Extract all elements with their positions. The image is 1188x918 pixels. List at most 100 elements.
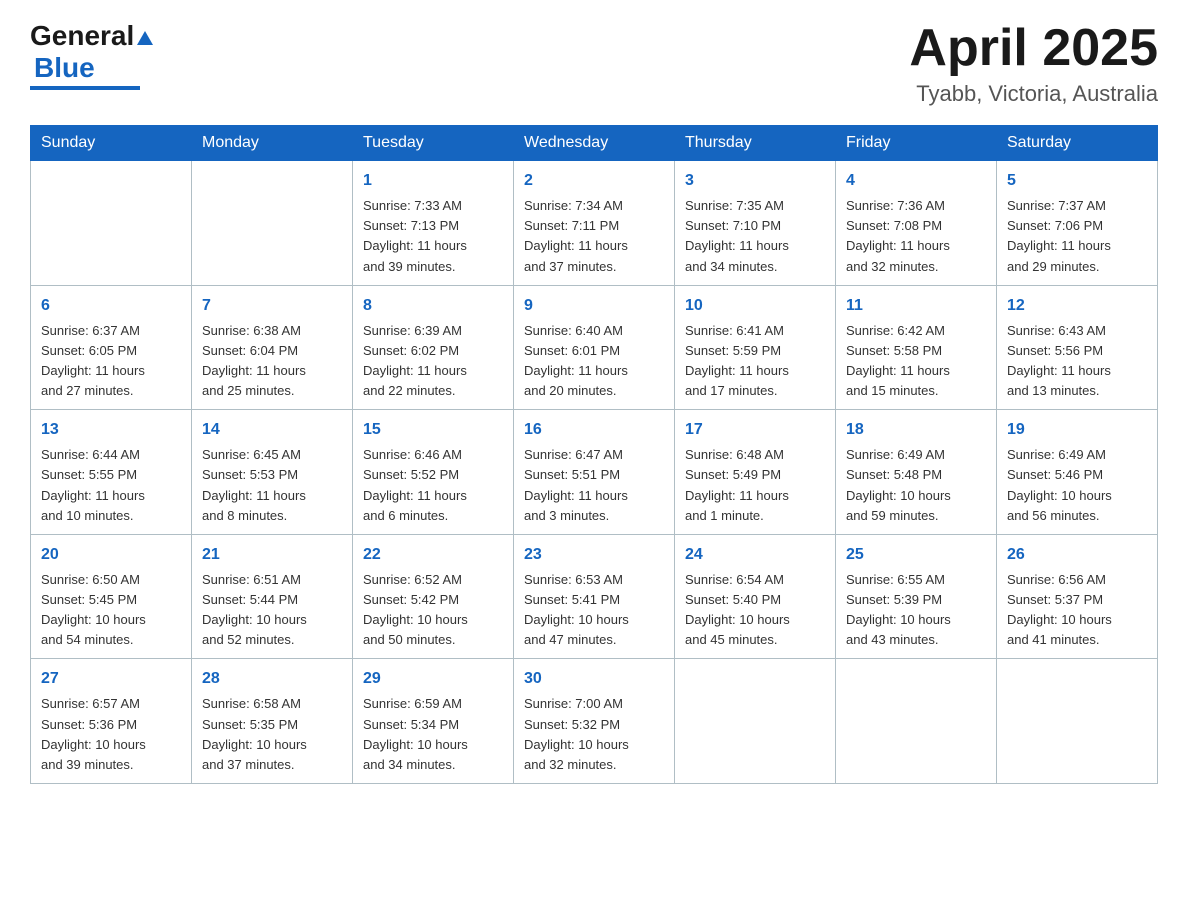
calendar-cell: 7 Sunrise: 6:38 AM Sunset: 6:04 PM Daylig…	[192, 285, 353, 410]
day-info: Sunrise: 6:59 AM Sunset: 5:34 PM Dayligh…	[363, 694, 503, 775]
day-info: Sunrise: 6:42 AM Sunset: 5:58 PM Dayligh…	[846, 321, 986, 402]
day-info: Sunrise: 6:47 AM Sunset: 5:51 PM Dayligh…	[524, 445, 664, 526]
calendar-cell: 30 Sunrise: 7:00 AM Sunset: 5:32 PM Dayli…	[514, 659, 675, 784]
day-number: 21	[202, 543, 342, 567]
day-number: 25	[846, 543, 986, 567]
calendar-cell: 6Sunrise: 6:37 AM Sunset: 6:05 PM Daylig…	[31, 285, 192, 410]
calendar-week-row: 27Sunrise: 6:57 AM Sunset: 5:36 PM Dayli…	[31, 659, 1158, 784]
day-info: Sunrise: 6:43 AM Sunset: 5:56 PM Dayligh…	[1007, 321, 1147, 402]
day-number: 28	[202, 667, 342, 691]
day-number: 18	[846, 418, 986, 442]
day-number: 7	[202, 294, 342, 318]
title-block: April 2025 Tyabb, Victoria, Australia	[909, 20, 1158, 107]
day-number: 8	[363, 294, 503, 318]
day-number: 15	[363, 418, 503, 442]
calendar-cell: 5Sunrise: 7:37 AM Sunset: 7:06 PM Daylig…	[997, 161, 1158, 286]
calendar-cell	[192, 161, 353, 286]
day-number: 4	[846, 169, 986, 193]
day-number: 1	[363, 169, 503, 193]
day-info: Sunrise: 6:49 AM Sunset: 5:48 PM Dayligh…	[846, 445, 986, 526]
logo-blue-text: Blue	[34, 52, 95, 83]
day-number: 17	[685, 418, 825, 442]
day-number: 9	[524, 294, 664, 318]
day-number: 10	[685, 294, 825, 318]
calendar-location: Tyabb, Victoria, Australia	[909, 81, 1158, 107]
day-info: Sunrise: 6:48 AM Sunset: 5:49 PM Dayligh…	[685, 445, 825, 526]
calendar-cell: 20 Sunrise: 6:50 AM Sunset: 5:45 PM Dayli…	[31, 534, 192, 659]
day-number: 29	[363, 667, 503, 691]
day-number: 3	[685, 169, 825, 193]
calendar-cell: 1 Sunrise: 7:33 AM Sunset: 7:13 PM Daylig…	[353, 161, 514, 286]
weekday-header-tuesday: Tuesday	[353, 126, 514, 161]
calendar-cell: 26Sunrise: 6:56 AM Sunset: 5:37 PM Dayli…	[997, 534, 1158, 659]
calendar-cell: 17 Sunrise: 6:48 AM Sunset: 5:49 PM Dayli…	[675, 410, 836, 535]
calendar-cell: 2Sunrise: 7:34 AM Sunset: 7:11 PM Daylig…	[514, 161, 675, 286]
weekday-header-saturday: Saturday	[997, 126, 1158, 161]
day-number: 12	[1007, 294, 1147, 318]
day-info: Sunrise: 7:00 AM Sunset: 5:32 PM Dayligh…	[524, 694, 664, 775]
calendar-week-row: 6Sunrise: 6:37 AM Sunset: 6:05 PM Daylig…	[31, 285, 1158, 410]
page-header: General Blue April 2025 Tyabb, Victoria,…	[30, 20, 1158, 107]
day-info: Sunrise: 6:58 AM Sunset: 5:35 PM Dayligh…	[202, 694, 342, 775]
calendar-cell: 9 Sunrise: 6:40 AM Sunset: 6:01 PM Daylig…	[514, 285, 675, 410]
calendar-cell: 21 Sunrise: 6:51 AM Sunset: 5:44 PM Dayli…	[192, 534, 353, 659]
day-info: Sunrise: 6:52 AM Sunset: 5:42 PM Dayligh…	[363, 570, 503, 651]
calendar-cell: 19 Sunrise: 6:49 AM Sunset: 5:46 PM Dayli…	[997, 410, 1158, 535]
day-info: Sunrise: 7:35 AM Sunset: 7:10 PM Dayligh…	[685, 196, 825, 277]
calendar-cell	[836, 659, 997, 784]
day-number: 26	[1007, 543, 1147, 567]
day-number: 30	[524, 667, 664, 691]
day-info: Sunrise: 6:44 AM Sunset: 5:55 PM Dayligh…	[41, 445, 181, 526]
day-info: Sunrise: 6:46 AM Sunset: 5:52 PM Dayligh…	[363, 445, 503, 526]
calendar-cell	[675, 659, 836, 784]
day-info: Sunrise: 6:55 AM Sunset: 5:39 PM Dayligh…	[846, 570, 986, 651]
logo-bar	[30, 86, 140, 90]
calendar-cell: 29 Sunrise: 6:59 AM Sunset: 5:34 PM Dayli…	[353, 659, 514, 784]
weekday-header-thursday: Thursday	[675, 126, 836, 161]
calendar-cell: 16Sunrise: 6:47 AM Sunset: 5:51 PM Dayli…	[514, 410, 675, 535]
day-info: Sunrise: 7:33 AM Sunset: 7:13 PM Dayligh…	[363, 196, 503, 277]
calendar-cell: 3 Sunrise: 7:35 AM Sunset: 7:10 PM Daylig…	[675, 161, 836, 286]
calendar-table: SundayMondayTuesdayWednesdayThursdayFrid…	[30, 125, 1158, 784]
calendar-cell: 28 Sunrise: 6:58 AM Sunset: 5:35 PM Dayli…	[192, 659, 353, 784]
calendar-cell: 10 Sunrise: 6:41 AM Sunset: 5:59 PM Dayli…	[675, 285, 836, 410]
logo: General Blue	[30, 20, 154, 90]
day-info: Sunrise: 6:41 AM Sunset: 5:59 PM Dayligh…	[685, 321, 825, 402]
day-number: 19	[1007, 418, 1147, 442]
calendar-cell: 12 Sunrise: 6:43 AM Sunset: 5:56 PM Dayli…	[997, 285, 1158, 410]
calendar-cell	[997, 659, 1158, 784]
weekday-header-sunday: Sunday	[31, 126, 192, 161]
calendar-cell: 14 Sunrise: 6:45 AM Sunset: 5:53 PM Dayli…	[192, 410, 353, 535]
day-info: Sunrise: 6:40 AM Sunset: 6:01 PM Dayligh…	[524, 321, 664, 402]
day-info: Sunrise: 6:37 AM Sunset: 6:05 PM Dayligh…	[41, 321, 181, 402]
calendar-cell: 13 Sunrise: 6:44 AM Sunset: 5:55 PM Dayli…	[31, 410, 192, 535]
day-info: Sunrise: 7:36 AM Sunset: 7:08 PM Dayligh…	[846, 196, 986, 277]
day-number: 13	[41, 418, 181, 442]
calendar-cell: 8Sunrise: 6:39 AM Sunset: 6:02 PM Daylig…	[353, 285, 514, 410]
logo-triangle-icon	[136, 29, 154, 52]
calendar-cell: 4 Sunrise: 7:36 AM Sunset: 7:08 PM Daylig…	[836, 161, 997, 286]
day-info: Sunrise: 6:50 AM Sunset: 5:45 PM Dayligh…	[41, 570, 181, 651]
day-number: 23	[524, 543, 664, 567]
day-number: 5	[1007, 169, 1147, 193]
day-number: 14	[202, 418, 342, 442]
day-info: Sunrise: 6:54 AM Sunset: 5:40 PM Dayligh…	[685, 570, 825, 651]
day-info: Sunrise: 6:45 AM Sunset: 5:53 PM Dayligh…	[202, 445, 342, 526]
calendar-cell: 23 Sunrise: 6:53 AM Sunset: 5:41 PM Dayli…	[514, 534, 675, 659]
day-number: 20	[41, 543, 181, 567]
calendar-cell: 25 Sunrise: 6:55 AM Sunset: 5:39 PM Dayli…	[836, 534, 997, 659]
day-info: Sunrise: 6:57 AM Sunset: 5:36 PM Dayligh…	[41, 694, 181, 775]
day-number: 11	[846, 294, 986, 318]
calendar-cell: 11 Sunrise: 6:42 AM Sunset: 5:58 PM Dayli…	[836, 285, 997, 410]
day-info: Sunrise: 6:51 AM Sunset: 5:44 PM Dayligh…	[202, 570, 342, 651]
day-number: 2	[524, 169, 664, 193]
weekday-header-row: SundayMondayTuesdayWednesdayThursdayFrid…	[31, 126, 1158, 161]
logo-word: General	[30, 20, 154, 52]
calendar-cell: 27Sunrise: 6:57 AM Sunset: 5:36 PM Dayli…	[31, 659, 192, 784]
day-number: 24	[685, 543, 825, 567]
weekday-header-monday: Monday	[192, 126, 353, 161]
day-info: Sunrise: 6:53 AM Sunset: 5:41 PM Dayligh…	[524, 570, 664, 651]
day-info: Sunrise: 6:38 AM Sunset: 6:04 PM Dayligh…	[202, 321, 342, 402]
day-info: Sunrise: 6:49 AM Sunset: 5:46 PM Dayligh…	[1007, 445, 1147, 526]
calendar-title: April 2025	[909, 20, 1158, 77]
